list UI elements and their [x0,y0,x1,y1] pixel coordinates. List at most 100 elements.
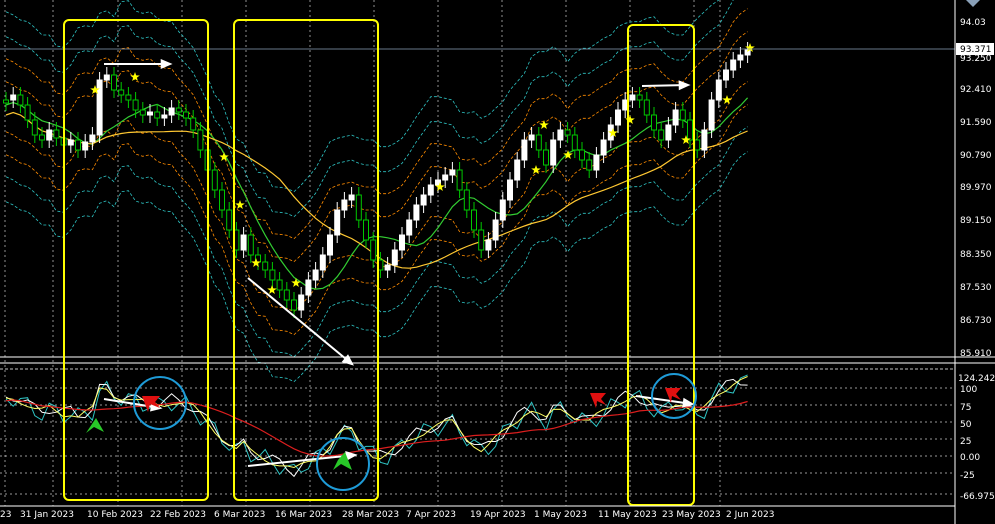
osc-tick: 124.242 [958,374,995,384]
time-label: 23 [0,510,11,520]
candle-body [319,254,326,271]
candle-body [557,129,564,141]
candle-body [103,74,110,81]
candle-body [219,189,225,211]
candle-body [10,94,17,101]
candle-body [211,169,218,191]
time-label: 1 May 2023 [534,510,587,520]
candle-body [247,234,254,256]
candle-body [615,109,621,126]
candle-body [175,107,182,113]
candle-body [694,139,701,151]
current-price-label: 93.371 [960,45,992,55]
candle-body [514,159,521,181]
candle-body [550,139,557,166]
candle-body [305,279,312,296]
trading-chart[interactable]: 94.03 93.250 92.410 91.590 90.790 89.970… [0,0,995,524]
time-label: 6 Mar 2023 [214,510,265,520]
candle-body [406,219,413,236]
candle-body [31,119,38,136]
price-tick: 88.350 [960,250,992,260]
time-label: 11 May 2023 [598,510,657,520]
candle-body [456,169,463,191]
time-label: 22 Feb 2023 [150,510,206,520]
osc-tick: -66.9755 [960,492,995,502]
candle-body [687,119,693,141]
time-label: 10 Feb 2023 [87,510,143,520]
osc-tick: 50 [960,420,972,430]
candle-body [622,99,629,111]
candle-body [111,74,117,91]
candle-body [312,269,319,281]
candle-body [147,111,153,116]
candle-body [521,139,528,161]
candle-body [269,269,276,281]
candle-body [53,129,60,139]
candle-body [168,107,175,116]
price-tick: 86.730 [960,316,992,326]
candle-body [118,89,125,96]
candle-body [571,134,578,151]
time-label: 16 Mar 2023 [275,510,332,520]
candle-body [262,261,269,271]
time-label: 28 Mar 2023 [342,510,399,520]
candle-body [89,134,96,143]
candle-body [593,154,600,171]
candle-body [161,114,168,119]
time-label: 19 Apr 2023 [470,510,526,520]
candle-body [492,219,499,241]
candle-body [327,234,333,256]
candle-body [67,139,74,146]
candle-body [298,294,305,311]
candle-body [391,249,398,266]
candle-body [442,174,449,181]
candle-body [586,159,593,171]
price-tick: 91.590 [960,118,992,128]
chart-background [0,0,995,524]
candle-body [507,179,513,201]
price-tick: 85.910 [960,349,992,359]
candle-body [564,129,571,136]
osc-tick: 25 [960,437,971,447]
time-label: 23 May 2023 [662,510,721,520]
price-tick: 89.970 [960,183,992,193]
candle-body [528,134,535,141]
candle-body [190,117,197,131]
candle-body [679,109,686,121]
candle-body [643,99,650,116]
candle-body [449,169,456,176]
candle-body [355,194,362,221]
candle-body [3,99,9,104]
candle-body [75,139,81,151]
candle-body [24,104,31,121]
candle-body [197,129,204,151]
candle-body [672,109,679,126]
osc-tick: 75 [960,403,971,413]
candle-body [96,79,103,136]
candle-body [17,94,24,106]
candle-body [276,279,283,291]
candle-body [708,99,715,131]
price-tick: 90.790 [960,151,992,161]
candle-body [535,134,542,151]
current-price-tag: 93.371 [956,43,994,55]
candle-body [384,264,391,271]
candle-body [651,114,657,131]
price-tick: 92.410 [960,85,992,95]
candle-body [478,229,485,251]
time-label: 2 Jun 2023 [726,510,774,520]
candle-body [399,234,405,251]
candle-body [427,184,434,196]
candle-body [46,129,53,141]
candle-body [39,134,45,141]
osc-tick: 0.00 [960,453,980,463]
candle-body [579,149,585,161]
time-label: 31 Jan 2023 [20,510,74,520]
candle-body [139,109,146,116]
candle-body [543,149,549,166]
candle-body [485,239,492,251]
candle-body [665,124,672,141]
candle-body [629,94,636,101]
candle-body [636,94,643,101]
price-tick: 87.530 [960,283,992,293]
